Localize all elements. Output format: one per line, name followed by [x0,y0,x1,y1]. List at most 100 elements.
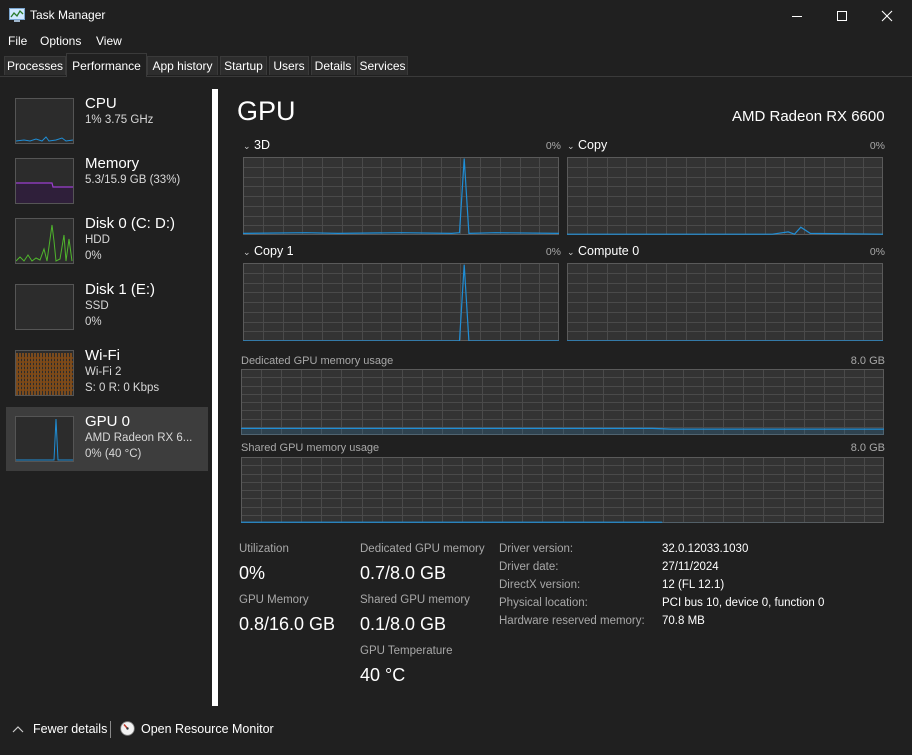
sidebar-item-detail: AMD Radeon RX 6... [85,432,193,444]
close-button[interactable] [864,0,910,31]
dedicated-memory-graph [241,369,884,435]
reserved-memory-label: Hardware reserved memory: [499,615,645,627]
engine-selector-3d[interactable]: ⌄ 3D [243,138,270,152]
engine-name: 3D [254,138,271,152]
dedicated-memory-stat-label: Dedicated GPU memory [360,543,485,555]
physical-location-label: Physical location: [499,597,588,609]
window-title: Task Manager [30,8,106,22]
sidebar-item-detail: 1% 3.75 GHz [85,114,154,126]
driver-date-value: 27/11/2024 [662,561,719,573]
physical-location-value: PCI bus 10, device 0, function 0 [662,597,825,609]
tab-app-history[interactable]: App history [147,56,218,75]
menu-file[interactable]: File [8,34,27,48]
engine-percent: 0% [545,140,561,152]
dedicated-memory-label: Dedicated GPU memory usage [241,355,394,367]
chevron-down-icon: ⌄ [567,247,575,257]
gpu-0-thumbnail [15,416,74,462]
wifi-thumbnail [15,350,74,396]
engine-percent: 0% [545,246,561,258]
driver-date-label: Driver date: [499,561,559,573]
open-resource-monitor-label: Open Resource Monitor [141,721,274,736]
sidebar-item-name: Memory [85,155,140,172]
menu-view[interactable]: View [96,34,122,48]
tab-performance[interactable]: Performance [66,53,147,77]
sidebar-item-memory[interactable]: Memory 5.3/15.9 GB (33%) [6,149,208,213]
sidebar-item-usage: S: 0 R: 0 Kbps [85,382,160,394]
driver-version-value: 32.0.12033.1030 [662,543,749,555]
chevron-down-icon: ⌄ [567,141,575,151]
disk-0-thumbnail [15,218,74,264]
engine-name: Compute 0 [578,244,640,258]
gpu-memory-value: 0.8/16.0 GB [239,614,336,634]
sidebar-item-usage: 0% [85,316,102,328]
gpu-model: AMD Radeon RX 6600 [732,108,885,125]
driver-version-label: Driver version: [499,543,574,555]
tab-users[interactable]: Users [269,56,309,75]
sidebar-item-cpu[interactable]: CPU 1% 3.75 GHz [6,89,208,153]
tab-strip: Processes Performance App history Startu… [0,53,912,77]
gpu-memory-label: GPU Memory [239,594,309,606]
sidebar-splitter[interactable] [212,89,218,706]
chevron-up-icon [12,726,24,733]
title-bar: Task Manager [0,0,912,31]
engine-copy-graph [567,157,883,235]
tab-details[interactable]: Details [311,56,355,75]
sidebar-item-name: Disk 0 (C: D:) [85,215,175,232]
fewer-details-label: Fewer details [33,722,108,736]
minimize-button[interactable] [774,0,820,31]
memory-thumbnail [15,158,74,204]
shared-memory-graph [241,457,884,523]
gpu-temperature-value: 40 °C [360,665,406,685]
page-title: GPU [237,96,296,126]
gpu-temperature-label: GPU Temperature [360,645,453,657]
tab-startup[interactable]: Startup [220,56,267,75]
sidebar-item-detail: HDD [85,234,110,246]
sidebar-item-detail: 5.3/15.9 GB (33%) [85,174,181,186]
tab-processes[interactable]: Processes [4,56,66,75]
sidebar-item-name: Wi-Fi [85,347,120,364]
resource-monitor-icon [120,721,135,736]
engine-3d-graph [243,157,559,235]
sidebar-item-name: CPU [85,95,117,112]
engine-selector-copy[interactable]: ⌄ Copy [567,138,607,152]
task-manager-icon [9,8,25,22]
engine-percent: 0% [869,140,885,152]
menu-bar: File Options View [0,31,912,52]
sidebar-item-disk-1[interactable]: Disk 1 (E:) SSD 0% [6,275,208,339]
engine-percent: 0% [869,246,885,258]
utilization-label: Utilization [239,543,289,555]
dedicated-memory-stat-value: 0.7/8.0 GB [360,563,447,583]
sidebar-item-gpu-0[interactable]: GPU 0 AMD Radeon RX 6... 0% (40 °C) [6,407,208,471]
shared-memory-stat-label: Shared GPU memory [360,594,470,606]
disk-1-thumbnail [15,284,74,330]
engine-selector-compute-0[interactable]: ⌄ Compute 0 [567,244,639,258]
engine-name: Copy [578,138,608,152]
chevron-down-icon: ⌄ [243,247,251,257]
footer-bar: Fewer details Open Resource Monitor [0,715,912,755]
sidebar-item-detail: Wi-Fi 2 [85,366,122,378]
minimize-icon [792,15,802,17]
utilization-value: 0% [239,563,266,583]
sidebar-item-wifi[interactable]: Wi-Fi Wi-Fi 2 S: 0 R: 0 Kbps [6,341,208,405]
close-icon [881,10,893,21]
directx-version-value: 12 (FL 12.1) [662,579,725,591]
shared-memory-label: Shared GPU memory usage [241,442,380,454]
maximize-button[interactable] [819,0,865,31]
sidebar-item-disk-0[interactable]: Disk 0 (C: D:) HDD 0% [6,209,208,273]
fewer-details-button[interactable]: Fewer details [12,722,107,736]
sidebar-item-name: Disk 1 (E:) [85,281,156,298]
tab-services[interactable]: Services [357,56,408,75]
maximize-icon [837,10,847,21]
menu-options[interactable]: Options [40,34,81,48]
dedicated-memory-max: 8.0 GB [850,355,885,367]
shared-memory-stat-value: 0.1/8.0 GB [360,614,447,634]
sidebar-item-name: GPU 0 [85,413,131,430]
sidebar-item-usage: 0% (40 °C) [85,448,142,460]
engine-selector-copy-1[interactable]: ⌄ Copy 1 [243,244,294,258]
engine-copy-1-graph [243,263,559,341]
shared-memory-max: 8.0 GB [850,442,885,454]
directx-version-label: DirectX version: [499,579,581,591]
open-resource-monitor-link[interactable]: Open Resource Monitor [120,721,274,736]
chevron-down-icon: ⌄ [243,141,251,151]
footer-separator [110,721,111,738]
